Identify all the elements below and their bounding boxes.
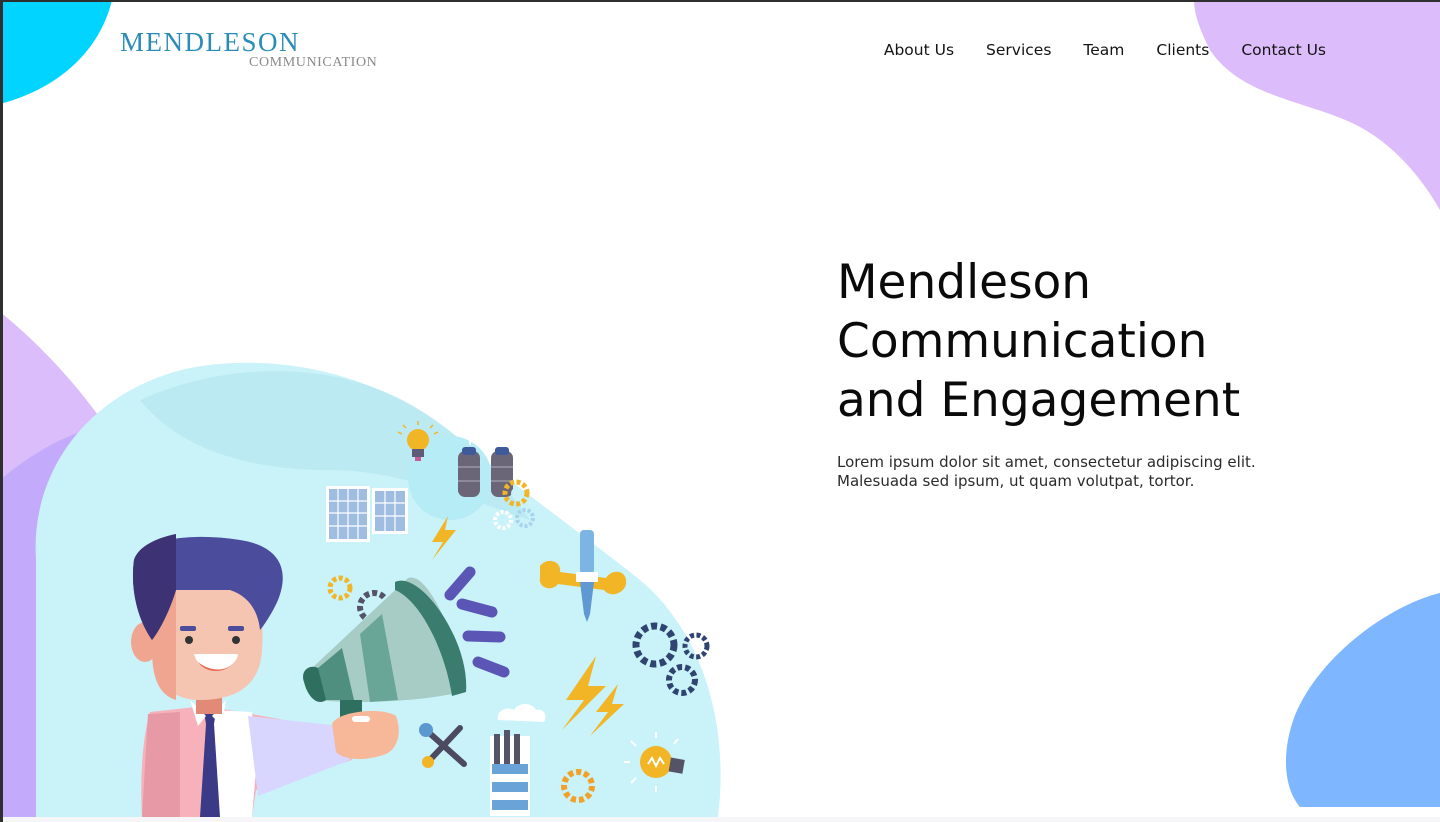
brand-logo[interactable]: MENDLESON COMMUNICATION (120, 28, 377, 70)
nav-services-link[interactable]: Services (986, 40, 1051, 60)
nav-contact-us-link[interactable]: Contact Us (1241, 40, 1326, 60)
hero-illustration (35, 362, 721, 817)
hero-title-line-3: and Engagement (837, 373, 1241, 428)
lavender-corner-blob (1194, 0, 1440, 210)
nav-team-link[interactable]: Team (1083, 40, 1124, 60)
hero-description-line-1: Lorem ipsum dolor sit amet, consectetur … (837, 453, 1256, 471)
window-left-border (0, 0, 3, 822)
nav-clients-link[interactable]: Clients (1156, 40, 1209, 60)
hero-title: Mendleson Communication and Engagement (837, 253, 1317, 430)
window-top-border (0, 0, 1440, 2)
hero-title-line-1: Mendleson (837, 255, 1092, 310)
solar-panel-icon (326, 486, 408, 542)
blue-right-blob (1285, 593, 1440, 807)
brand-name: MENDLESON (120, 27, 300, 57)
factory-icon (490, 730, 530, 816)
brand-tagline: COMMUNICATION (249, 55, 378, 70)
main-nav: About Us Services Team Clients Contact U… (884, 40, 1326, 60)
nav-about-us-link[interactable]: About Us (884, 40, 954, 60)
hero-description: Lorem ipsum dolor sit amet, consectetur … (837, 453, 1307, 491)
hero-title-line-2: Communication (837, 314, 1208, 369)
hero-description-line-2: Malesuada sed ipsum, ut quam volutpat, t… (837, 472, 1195, 490)
